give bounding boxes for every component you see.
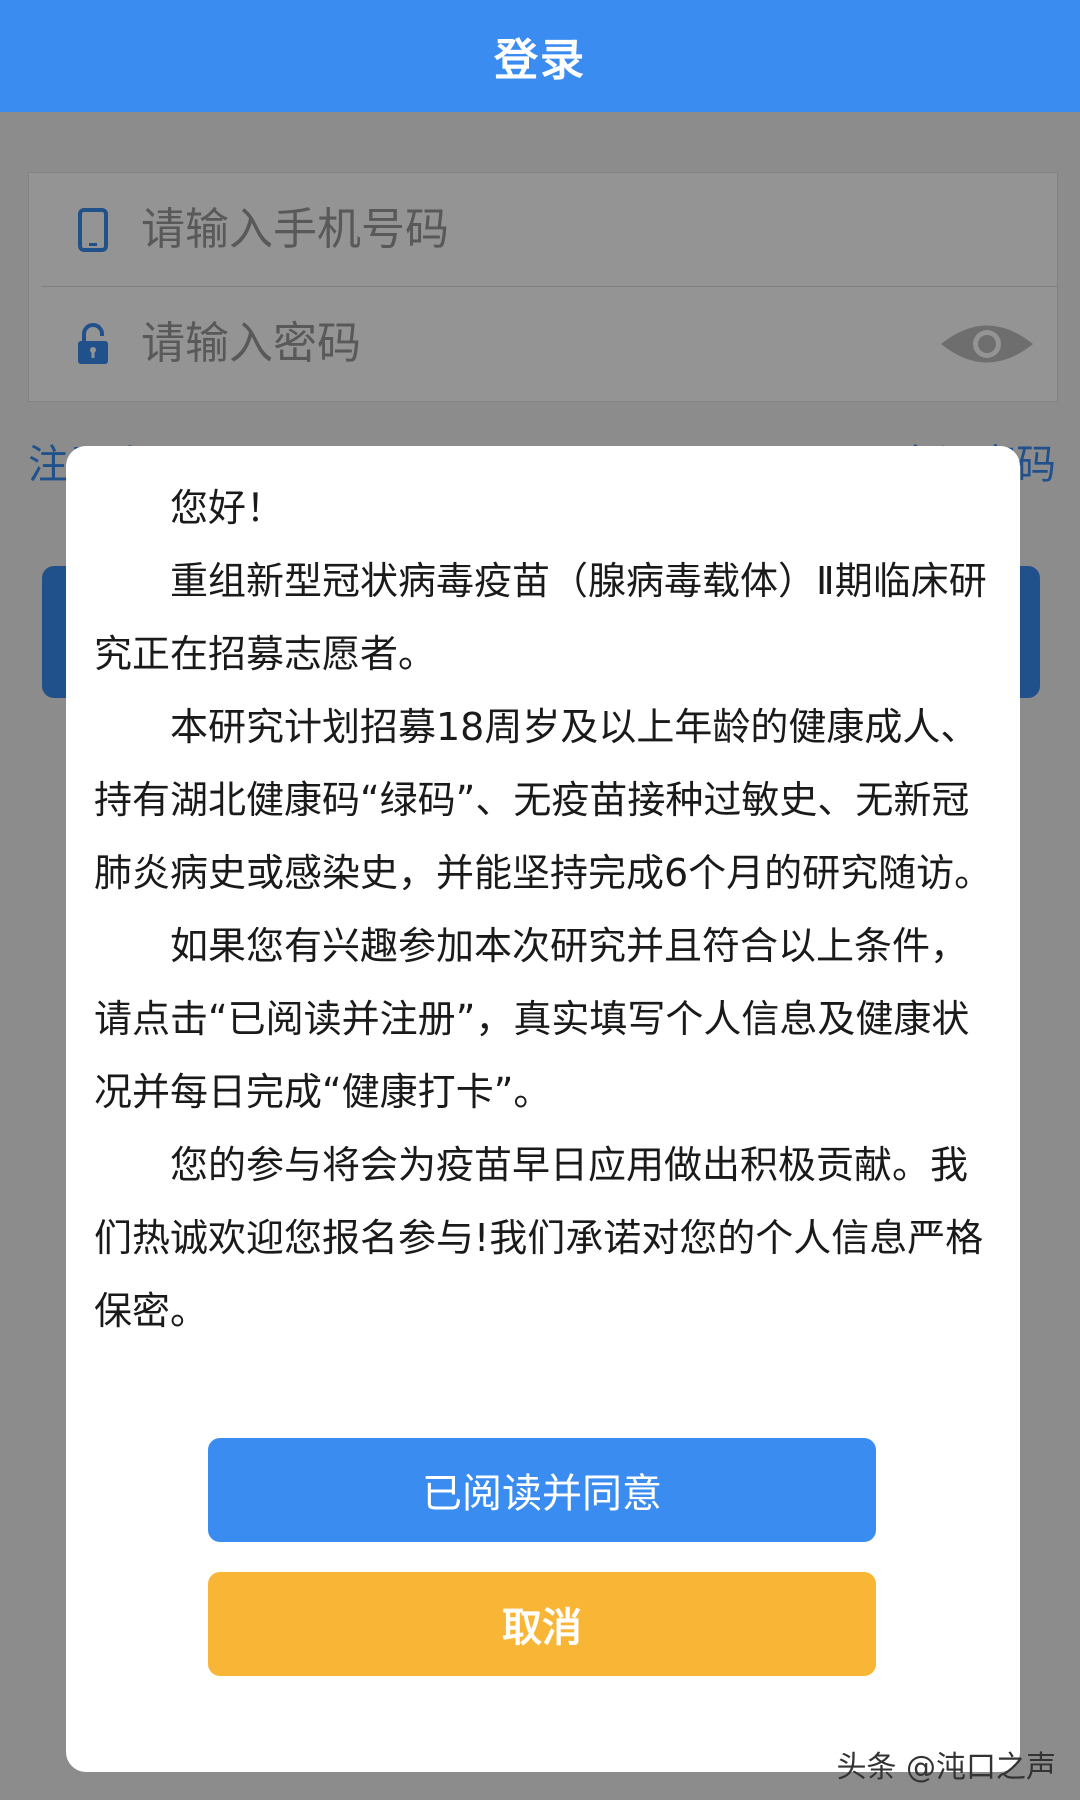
- dialog-paragraph: 重组新型冠状病毒疫苗（腺病毒载体）Ⅱ期临床研究正在招募志愿者。: [94, 559, 987, 676]
- cancel-button[interactable]: 取消: [208, 1572, 876, 1676]
- dialog-paragraph: 本研究计划招募18周岁及以上年龄的健康成人、持有湖北健康码“绿码”、无疫苗接种过…: [94, 705, 993, 895]
- agree-button[interactable]: 已阅读并同意: [208, 1438, 876, 1542]
- dialog-paragraph: 如果您有兴趣参加本次研究并且符合以上条件，请点击“已阅读并注册”，真实填写个人信…: [94, 924, 970, 1114]
- dialog-paragraph: 您的参与将会为疫苗早日应用做出积极贡献。我们热诚欢迎您报名参与!我们承诺对您的个…: [94, 1143, 984, 1333]
- page-title: 登录: [494, 35, 586, 86]
- top-bar: 登录: [0, 0, 1080, 112]
- dialog-body: 您好！ 重组新型冠状病毒疫苗（腺病毒载体）Ⅱ期临床研究正在招募志愿者。 本研究计…: [94, 472, 1000, 1348]
- dialog-greeting: 您好！: [170, 486, 285, 530]
- watermark: 头条 @沌口之声: [836, 1750, 1056, 1785]
- recruitment-dialog: 您好！ 重组新型冠状病毒疫苗（腺病毒载体）Ⅱ期临床研究正在招募志愿者。 本研究计…: [66, 446, 1020, 1772]
- login-page: 登录 请输入手机号码 您好！ 重组新型冠状病毒疫苗（腺病毒载体）Ⅱ期临床研究正在…: [0, 0, 1080, 1800]
